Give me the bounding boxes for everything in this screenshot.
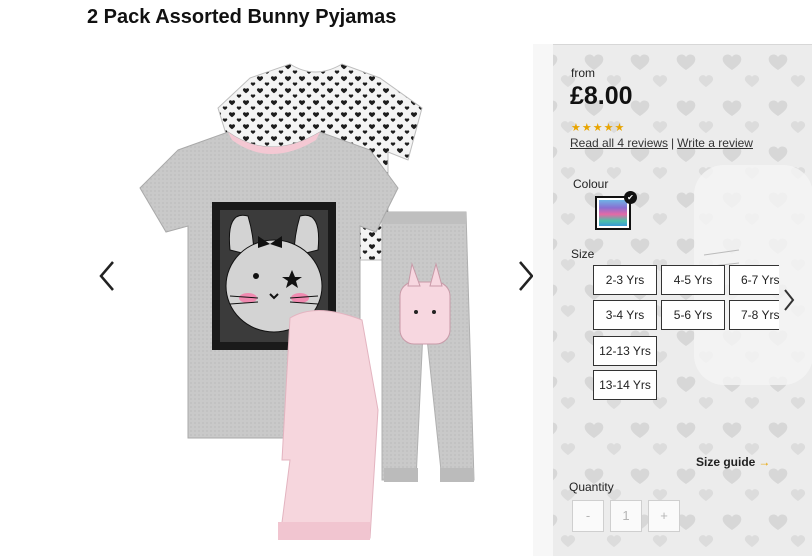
quantity-input[interactable]: 1 [610,500,642,532]
product-details-panel: from £8.00 ★★★★★ Read all 4 reviews | Writ… [553,44,812,556]
swatch-fill [599,200,627,226]
quantity-increase-button[interactable]: + [648,500,680,532]
reviews-separator: | [671,136,675,150]
product-image [139,63,475,540]
size-option[interactable]: 4-5 Yrs [661,265,725,295]
product-price: £8.00 [570,82,633,110]
size-guide-link[interactable]: Size guide → [696,455,770,469]
rating-stars: ★★★★★ [571,122,626,134]
size-guide-label: Size guide [696,455,756,469]
arrow-right-icon: → [758,455,771,469]
size-option[interactable]: 12-13 Yrs [593,336,657,366]
size-option[interactable]: 13-14 Yrs [593,370,657,400]
size-label: Size [571,247,595,261]
size-scroll-next-button[interactable] [780,286,798,314]
quantity-label: Quantity [569,480,614,494]
write-review-link[interactable]: Write a review [677,136,753,150]
quantity-decrease-button[interactable]: - [572,500,604,532]
reviews-links: Read all 4 reviews | Write a review [570,136,753,150]
size-option[interactable]: 2-3 Yrs [593,265,657,295]
chevron-left-icon [99,261,114,291]
check-icon: ✔ [624,191,637,204]
price-from-label: from [571,66,595,80]
size-option[interactable]: 3-4 Yrs [593,300,657,330]
panel-edge-strip [533,44,553,556]
colour-label: Colour [573,177,609,191]
gallery-prev-button[interactable] [95,256,121,296]
read-reviews-link[interactable]: Read all 4 reviews [570,136,668,150]
size-option[interactable]: 5-6 Yrs [661,300,725,330]
size-option[interactable]: 6-7 Yrs [729,265,779,295]
size-option[interactable]: 7-8 Yrs [729,300,779,330]
product-title: 2 Pack Assorted Bunny Pyjamas [87,6,397,28]
chevron-right-icon [784,289,795,311]
